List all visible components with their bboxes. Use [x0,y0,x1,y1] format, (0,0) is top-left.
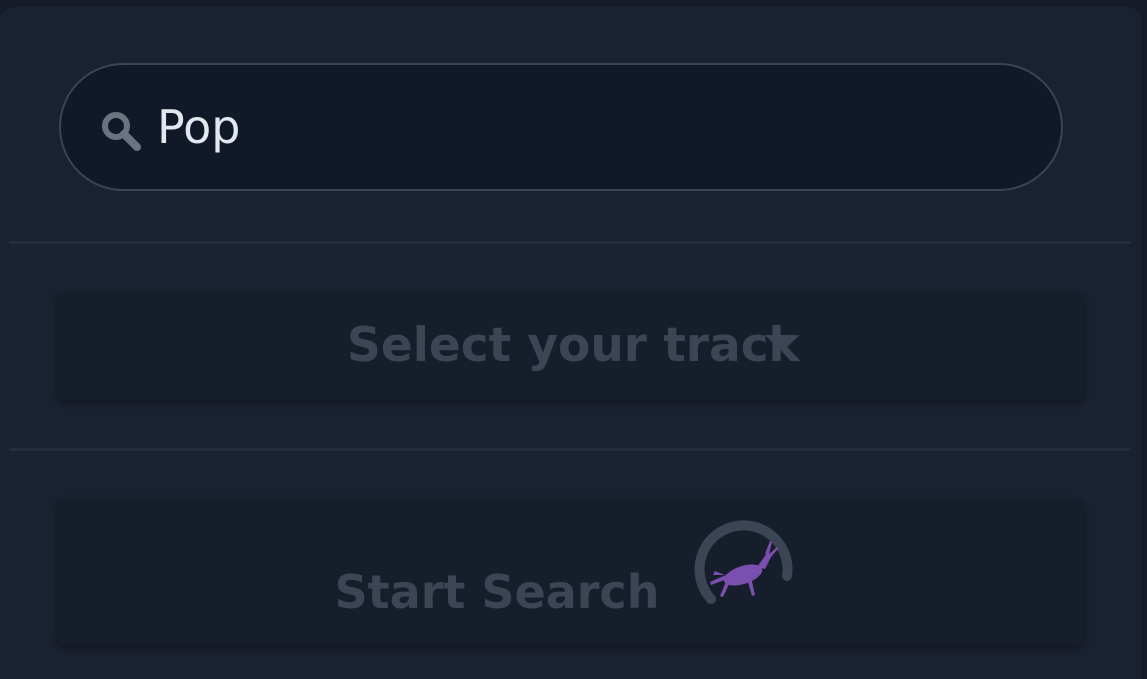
select-track-dropdown[interactable]: Select your track [57,292,1084,400]
loading-spinner-icon [694,520,793,604]
divider [9,448,1131,451]
select-track-label: Select your track [347,318,800,373]
search-input-value[interactable]: Pop [157,65,240,189]
search-icon [102,112,141,151]
start-search-button[interactable]: Start Search [57,499,1084,645]
start-search-label: Start Search [334,565,660,619]
main-panel: Pop Select your track Start Search [0,7,1141,679]
search-input[interactable]: Pop [59,63,1063,191]
divider [9,241,1131,244]
caret-down-icon [765,335,793,349]
